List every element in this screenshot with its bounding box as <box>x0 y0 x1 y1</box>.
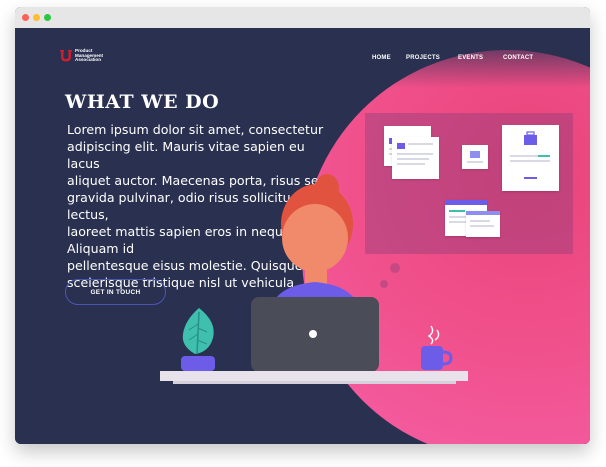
desk <box>160 371 468 381</box>
hero-body-line: adipiscing elit. Mauris vitae sapien eu … <box>67 139 305 171</box>
logo-line-3: Association <box>75 57 102 63</box>
laptop-icon <box>251 297 379 372</box>
u-logo-icon <box>59 49 72 62</box>
document-card-icon <box>466 211 500 237</box>
nav-home[interactable]: HOME <box>372 55 391 61</box>
browser-window: Product Management Association HOME PROJ… <box>15 7 590 444</box>
mug-icon <box>421 325 453 370</box>
maximize-button[interactable] <box>44 14 51 21</box>
browser-titlebar <box>15 7 590 29</box>
desk-shadow <box>173 381 456 384</box>
document-card-icon <box>392 137 439 179</box>
plant-icon <box>181 308 215 371</box>
get-in-touch-button[interactable]: GET IN TOUCH <box>65 279 166 305</box>
minimize-button[interactable] <box>33 14 40 21</box>
site-logo[interactable]: Product Management Association <box>59 48 103 63</box>
hero-body-line: Lorem ipsum dolor sit amet, consectetur <box>67 122 324 137</box>
illustration-panel <box>365 113 573 254</box>
close-button[interactable] <box>22 14 29 21</box>
nav-events[interactable]: EVENTS <box>458 55 483 61</box>
document-card-icon <box>462 145 488 169</box>
blob-fade <box>315 28 590 88</box>
nav-projects[interactable]: PROJECTS <box>406 55 440 61</box>
hero-title: WHAT WE DO <box>65 91 220 113</box>
logo-wordmark: Product Management Association <box>75 48 103 63</box>
nav-contact[interactable]: CONTACT <box>503 55 533 61</box>
briefcase-card-icon <box>502 125 559 191</box>
page-viewport: Product Management Association HOME PROJ… <box>15 28 590 444</box>
